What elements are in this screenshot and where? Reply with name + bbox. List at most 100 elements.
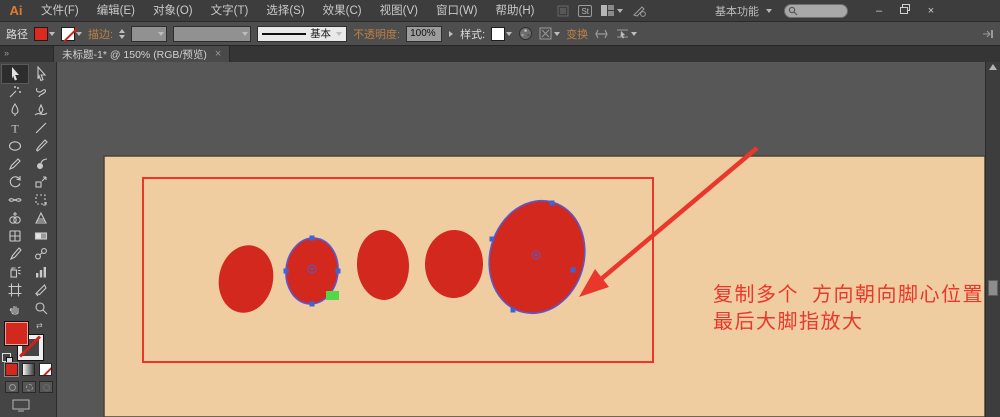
line-segment-tool[interactable]	[28, 119, 54, 137]
recolor-artwork-icon[interactable]	[518, 26, 533, 41]
close-button[interactable]: ×	[924, 5, 938, 17]
shape-options-icon[interactable]	[539, 27, 561, 40]
center-point-dot	[534, 253, 538, 257]
toolbar-collapse-icon[interactable]: »	[4, 46, 9, 60]
opacity-expand-icon[interactable]	[448, 30, 454, 38]
draw-normal-mode-button[interactable]	[5, 381, 19, 393]
stroke-weight-link[interactable]: 描边:	[88, 26, 113, 42]
anchor-point[interactable]	[489, 236, 495, 242]
tab-close-icon[interactable]: ×	[215, 48, 221, 60]
mesh-tool[interactable]	[2, 227, 28, 245]
column-graph-tool[interactable]	[28, 263, 54, 281]
curvature-tool[interactable]	[28, 101, 54, 119]
draw-inside-mode-button[interactable]	[39, 381, 53, 393]
screen-mode-button[interactable]	[12, 399, 56, 417]
vertical-scrollbar[interactable]	[985, 62, 1000, 417]
stroke-weight-dropdown[interactable]	[131, 25, 168, 42]
shape-builder-tool[interactable]	[2, 209, 28, 227]
swap-fill-stroke-icon[interactable]: ⇄	[36, 321, 43, 330]
anchor-point[interactable]	[283, 268, 289, 274]
anchor-point[interactable]	[309, 301, 315, 307]
menu-item-4[interactable]: 文字(T)	[202, 0, 258, 22]
isolate-selection-icon[interactable]	[615, 27, 638, 40]
selection-tool[interactable]	[1, 64, 29, 84]
opacity-link[interactable]: 不透明度:	[353, 26, 400, 42]
anchor-point[interactable]	[570, 267, 576, 273]
anchor-point[interactable]	[549, 200, 555, 206]
menu-items: 文件(F) 编辑(E) 对象(O) 文字(T) 选择(S) 效果(C) 视图(V) 窗口(W)…	[32, 0, 543, 22]
adobe-stock-icon[interactable]: St	[578, 4, 593, 17]
minimize-button[interactable]: –	[872, 5, 886, 17]
search-box[interactable]	[784, 3, 848, 18]
workspace-switcher[interactable]: 基本功能	[715, 3, 772, 19]
menu-item-1[interactable]: 文件(F)	[32, 0, 88, 22]
share-icon[interactable]	[632, 5, 646, 17]
smart-guide-highlight	[326, 291, 339, 300]
rotate-tool[interactable]	[2, 173, 28, 191]
menu-item-6[interactable]: 效果(C)	[314, 0, 371, 22]
fill-color-dropdown[interactable]	[34, 26, 55, 41]
brush-definition-dropdown[interactable]: 基本	[257, 25, 348, 42]
pencil-tool[interactable]	[2, 155, 28, 173]
stroke-weight-stepper[interactable]	[119, 28, 126, 39]
anchor-point[interactable]	[309, 235, 315, 241]
scale-tool[interactable]	[28, 173, 54, 191]
magic-wand-tool[interactable]	[2, 83, 28, 101]
draw-behind-mode-button[interactable]	[22, 381, 36, 393]
canvas-area[interactable]: 复制多个 方向朝向脚心位置 最后大脚指放大	[57, 62, 985, 417]
restore-button[interactable]	[898, 4, 912, 17]
bridge-icon[interactable]	[557, 5, 569, 17]
canvas-svg: 复制多个 方向朝向脚心位置最后大脚指放大	[103, 146, 985, 417]
stroke-color-dropdown[interactable]	[61, 26, 82, 41]
fill-stroke-indicator[interactable]: ⇄	[0, 321, 56, 364]
annotation-text-line1a: 复制多个	[713, 283, 799, 306]
arrange-documents-icon[interactable]	[601, 5, 624, 16]
paintbrush-tool[interactable]	[28, 137, 54, 155]
blob-brush-tool[interactable]	[28, 155, 54, 173]
hand-tool[interactable]	[2, 299, 28, 317]
lasso-tool[interactable]	[28, 83, 54, 101]
perspective-grid-tool[interactable]	[28, 209, 54, 227]
opacity-value[interactable]: 100%	[406, 25, 443, 42]
gradient-tool[interactable]	[28, 227, 54, 245]
anchor-point[interactable]	[335, 268, 341, 274]
fill-indicator-red[interactable]	[4, 321, 29, 346]
pen-tool[interactable]	[2, 101, 28, 119]
menu-item-7[interactable]: 视图(V)	[371, 0, 427, 22]
width-tool[interactable]	[2, 191, 28, 209]
scrollbar-thumb[interactable]	[988, 280, 998, 296]
transform-link[interactable]: 变换	[566, 26, 588, 42]
menu-item-3[interactable]: 对象(O)	[144, 0, 202, 22]
slice-tool[interactable]	[28, 281, 54, 299]
align-icon[interactable]	[594, 28, 609, 40]
eyedropper-tool[interactable]	[2, 245, 28, 263]
object-type-label: 路径	[6, 28, 28, 41]
collapse-control-panel-icon[interactable]	[982, 29, 994, 39]
gradient-button[interactable]	[22, 363, 35, 376]
annotation-text-line1b: 方向朝向脚心位置	[812, 283, 984, 306]
blend-tool[interactable]	[28, 245, 54, 263]
style-swatch	[491, 26, 506, 41]
search-input[interactable]	[798, 5, 838, 16]
zoom-tool[interactable]	[28, 299, 54, 317]
illustrator-window: Ai 文件(F) 编辑(E) 对象(O) 文字(T) 选择(S) 效果(C) 视图(V) 窗口…	[0, 0, 1000, 417]
color-button[interactable]	[4, 362, 19, 377]
scrollbar-up-icon[interactable]	[989, 64, 997, 70]
direct-selection-tool[interactable]	[28, 65, 54, 83]
free-transform-tool[interactable]	[28, 191, 54, 209]
artboard-tool[interactable]	[2, 281, 28, 299]
default-fill-stroke-icon[interactable]	[2, 353, 13, 364]
menu-item-2[interactable]: 编辑(E)	[88, 0, 144, 22]
none-button[interactable]	[39, 363, 52, 376]
width-profile-dropdown[interactable]	[173, 25, 252, 42]
type-tool[interactable]: T	[2, 119, 28, 137]
fill-swatch	[34, 26, 48, 41]
document-tab[interactable]: 未标题-1* @ 150% (RGB/预览) ×	[53, 46, 231, 62]
ellipse-tool[interactable]	[2, 137, 28, 155]
menu-item-5[interactable]: 选择(S)	[257, 0, 313, 22]
menu-item-9[interactable]: 帮助(H)	[487, 0, 544, 22]
style-dropdown[interactable]	[491, 26, 513, 41]
menu-item-8[interactable]: 窗口(W)	[427, 0, 487, 22]
anchor-point[interactable]	[510, 307, 516, 313]
symbol-sprayer-tool[interactable]	[2, 263, 28, 281]
